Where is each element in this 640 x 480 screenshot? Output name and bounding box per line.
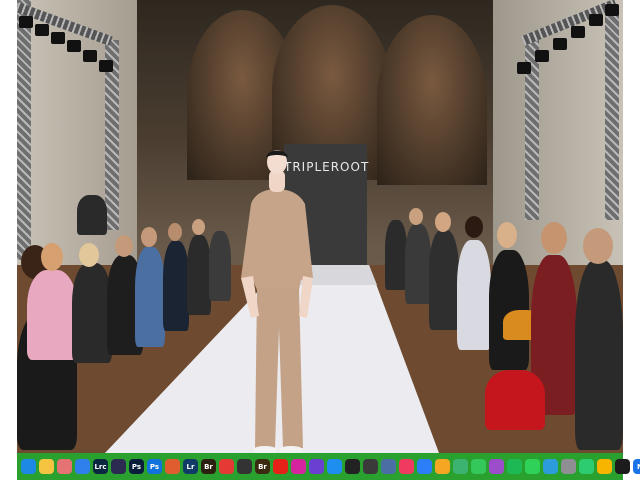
lightroom-icon[interactable]: Lr xyxy=(183,459,198,474)
audience-head xyxy=(583,228,613,264)
stage-light xyxy=(99,60,113,72)
fresco-vault-right xyxy=(377,15,487,185)
sketch-icon[interactable] xyxy=(597,459,612,474)
runway-model xyxy=(241,150,313,453)
photoshop-beta-icon[interactable]: Ps xyxy=(147,459,162,474)
podcasts-icon[interactable] xyxy=(489,459,504,474)
audience-member xyxy=(485,370,545,430)
youtube-icon[interactable] xyxy=(273,459,288,474)
audience-member xyxy=(209,231,231,301)
telescope-icon[interactable] xyxy=(381,459,396,474)
video-frame[interactable]: TRIPLEROOT xyxy=(17,0,623,453)
stage-light xyxy=(589,14,603,26)
bridge-arrow-icon[interactable] xyxy=(111,459,126,474)
audience-member xyxy=(135,247,165,347)
stage-light xyxy=(571,26,585,38)
star-icon[interactable] xyxy=(309,459,324,474)
audience-member xyxy=(385,220,407,290)
stage-light xyxy=(83,50,97,62)
audience-head xyxy=(465,216,483,238)
stage-light xyxy=(535,50,549,62)
screen: TRIPLEROOT Lrc Ps Ps Lr Br Br xyxy=(0,0,640,480)
spotify-icon[interactable] xyxy=(507,459,522,474)
camera-raw-icon[interactable] xyxy=(165,459,180,474)
truss-right-outer xyxy=(605,10,619,220)
system-settings-icon[interactable] xyxy=(561,459,576,474)
stage-light xyxy=(517,62,531,74)
messages-icon[interactable] xyxy=(525,459,540,474)
audience-member xyxy=(187,235,211,315)
audience-head xyxy=(41,243,63,271)
audience-member xyxy=(72,263,112,363)
photos-icon[interactable] xyxy=(57,459,72,474)
notes-icon[interactable] xyxy=(39,459,54,474)
safari-icon[interactable] xyxy=(75,459,90,474)
audience-head xyxy=(79,243,99,267)
stage-light xyxy=(605,4,619,16)
bridge-icon[interactable]: Br xyxy=(201,459,216,474)
stage-light xyxy=(67,40,81,52)
keynote-icon[interactable] xyxy=(417,459,432,474)
calendar-icon[interactable] xyxy=(219,459,234,474)
stage-light xyxy=(51,32,65,44)
audience-member xyxy=(429,230,459,330)
audience-head xyxy=(192,219,205,235)
pages-icon[interactable] xyxy=(435,459,450,474)
audience-head xyxy=(141,227,157,247)
davinci-icon[interactable] xyxy=(363,459,378,474)
stage-light xyxy=(35,24,49,36)
audience-head xyxy=(168,223,182,241)
audience-member xyxy=(457,240,491,350)
mail-icon[interactable] xyxy=(543,459,558,474)
bridge-2-icon[interactable]: Br xyxy=(255,459,270,474)
audience-head xyxy=(115,235,133,257)
finder-icon[interactable] xyxy=(21,459,36,474)
audience-right xyxy=(385,200,623,453)
stage-light xyxy=(553,38,567,50)
app-store-icon[interactable] xyxy=(327,459,342,474)
audience-head xyxy=(541,222,567,254)
camera-icon[interactable] xyxy=(237,459,252,474)
audience-member xyxy=(77,195,107,235)
audience-member xyxy=(163,241,189,331)
music-icon[interactable] xyxy=(399,459,414,474)
macos-dock: LrcPsPsLrBrBrM xyxy=(17,453,640,480)
instagram-icon[interactable] xyxy=(291,459,306,474)
terminal-icon[interactable] xyxy=(615,459,630,474)
activity-monitor-icon[interactable] xyxy=(579,459,594,474)
numbers-icon[interactable] xyxy=(453,459,468,474)
stage-light xyxy=(19,16,33,28)
audience-member xyxy=(575,260,623,450)
clapper-icon[interactable] xyxy=(345,459,360,474)
malwarebytes-icon[interactable]: M xyxy=(633,459,640,474)
facetime-icon[interactable] xyxy=(471,459,486,474)
audience-head xyxy=(409,208,423,225)
audience-head xyxy=(497,222,517,248)
photoshop-icon[interactable]: Ps xyxy=(129,459,144,474)
audience-member xyxy=(405,224,431,304)
audience-head xyxy=(435,212,451,232)
lightroom-classic-icon[interactable]: Lrc xyxy=(93,459,108,474)
audience-member xyxy=(27,270,77,360)
audience-left xyxy=(17,185,247,453)
